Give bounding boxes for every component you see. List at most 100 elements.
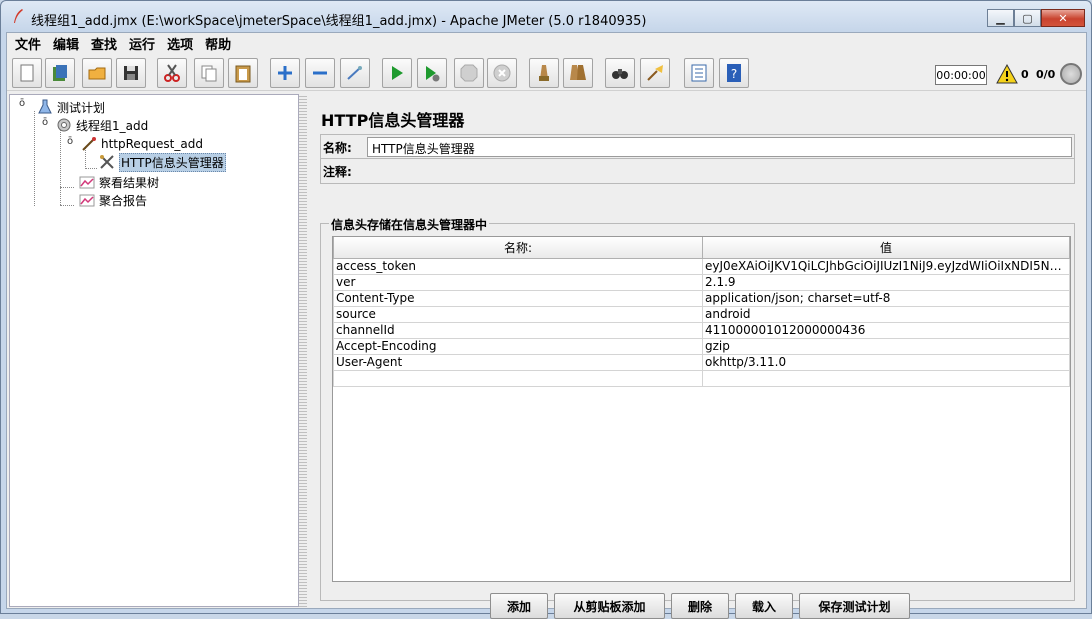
header-name-cell[interactable]: Content-Type [333, 289, 703, 307]
menu-options[interactable]: 选项 [161, 34, 199, 53]
new-file-icon [20, 64, 34, 82]
stop-icon [460, 64, 478, 82]
headers-group: 信息头存储在信息头管理器中 名称: 值 access_token eyJ0eXAi… [320, 216, 1075, 601]
table-row[interactable]: source android [333, 305, 1070, 323]
header-name-cell[interactable] [333, 369, 703, 387]
warning-icon[interactable] [996, 64, 1018, 84]
templates-button[interactable] [45, 58, 75, 88]
new-button[interactable] [12, 58, 42, 88]
menu-run[interactable]: 运行 [123, 34, 161, 53]
thread-status-icon [1060, 63, 1082, 85]
header-value-cell[interactable]: application/json; charset=utf-8 [702, 289, 1070, 307]
headers-table: 名称: 值 access_token eyJ0eXAiOiJKV1QiLCJhbG… [332, 236, 1071, 582]
jmeter-feather-icon [14, 9, 23, 23]
table-row[interactable]: ver 2.1.9 [333, 273, 1070, 291]
table-row[interactable]: Content-Type application/json; charset=ut… [333, 289, 1070, 307]
expand-all-button[interactable] [270, 58, 300, 88]
comment-label: 注释: [323, 165, 352, 179]
open-folder-icon [88, 67, 106, 80]
listener-icon [78, 174, 96, 190]
minimize-button[interactable]: ▁ [987, 9, 1014, 27]
header-name-cell[interactable]: source [333, 305, 703, 323]
copy-icon [201, 65, 217, 82]
header-value-cell[interactable]: 411000001012000000436 [702, 321, 1070, 339]
table-row[interactable]: channelId 411000001012000000436 [333, 321, 1070, 339]
function-helper-button[interactable] [684, 58, 714, 88]
header-name-cell[interactable]: Accept-Encoding [333, 337, 703, 355]
paste-clipboard-icon [235, 65, 251, 83]
test-plan-icon [36, 99, 54, 115]
save-button[interactable] [116, 58, 146, 88]
menu-bar: 文件 编辑 查找 运行 选项 帮助 [7, 33, 1086, 54]
expand-thread-group[interactable]: ō [42, 118, 51, 128]
header-manager-icon [98, 154, 116, 170]
pane-splitter[interactable] [299, 94, 307, 607]
header-value-cell[interactable]: gzip [702, 337, 1070, 355]
header-value-cell[interactable] [702, 369, 1070, 387]
open-button[interactable] [82, 58, 112, 88]
copy-button[interactable] [194, 58, 224, 88]
table-row[interactable]: Accept-Encoding gzip [333, 337, 1070, 355]
thread-group-icon [55, 117, 73, 133]
expand-http-request[interactable]: ō [67, 137, 76, 147]
start-button[interactable] [382, 58, 412, 88]
header-manager-panel: HTTP信息头管理器 名称: HTTP信息头管理器 注释: 信息头存储在信息头管… [308, 94, 1085, 619]
header-value-cell[interactable]: okhttp/3.11.0 [702, 353, 1070, 371]
add-button[interactable]: 添加 [490, 593, 548, 619]
window-title: 线程组1_add.jmx (E:\workSpace\jmeterSpace\线… [31, 14, 647, 29]
toggle-button[interactable] [340, 58, 370, 88]
save-test-plan-button[interactable]: 保存测试计划 [799, 593, 910, 619]
clear-button[interactable] [529, 58, 559, 88]
tree-node-test-plan[interactable]: 测试计划 [36, 98, 105, 116]
collapse-all-button[interactable] [305, 58, 335, 88]
menu-file[interactable]: 文件 [9, 34, 47, 53]
comment-field[interactable] [367, 161, 1072, 181]
table-row[interactable]: User-Agent okhttp/3.11.0 [333, 353, 1070, 371]
maximize-button[interactable]: ▢ [1014, 9, 1041, 27]
menu-edit[interactable]: 编辑 [47, 34, 85, 53]
tree-node-http-request[interactable]: httpRequest_add [80, 135, 203, 153]
shutdown-button[interactable] [487, 58, 517, 88]
tree-node-header-manager[interactable]: HTTP信息头管理器 [98, 152, 226, 172]
table-row[interactable] [333, 369, 1070, 387]
tree-node-view-results-tree[interactable]: 察看结果树 [78, 173, 159, 191]
stop-button[interactable] [454, 58, 484, 88]
column-header-value[interactable]: 值 [702, 237, 1070, 259]
paste-button[interactable] [228, 58, 258, 88]
add-from-clipboard-button[interactable]: 从剪贴板添加 [554, 593, 665, 619]
reset-search-button[interactable] [640, 58, 670, 88]
tree-node-aggregate-report[interactable]: 聚合报告 [78, 191, 147, 209]
header-value-cell[interactable]: android [702, 305, 1070, 323]
close-button[interactable]: ✕ [1041, 9, 1085, 27]
header-name-cell[interactable]: access_token [333, 257, 703, 275]
header-name-cell[interactable]: ver [333, 273, 703, 291]
delete-button[interactable]: 删除 [671, 593, 729, 619]
panel-title: HTTP信息头管理器 [321, 111, 465, 130]
plus-icon [278, 66, 292, 80]
clear-all-button[interactable] [563, 58, 593, 88]
header-name-cell[interactable]: User-Agent [333, 353, 703, 371]
name-field[interactable]: HTTP信息头管理器 [367, 137, 1072, 157]
cut-button[interactable] [157, 58, 187, 88]
scissors-icon [164, 64, 180, 82]
expand-test-plan[interactable]: ō [19, 99, 28, 109]
header-value-cell[interactable]: eyJ0eXAiOiJKV1QiLCJhbGciOiJIUzI1NiJ9.eyJ… [702, 257, 1070, 275]
help-book-icon: ? [727, 64, 741, 82]
name-row: 名称: HTTP信息头管理器 [320, 134, 1075, 159]
binoculars-icon [612, 69, 628, 79]
column-header-name[interactable]: 名称: [333, 237, 703, 259]
help-button[interactable]: ? [719, 58, 749, 88]
reset-broom-icon [647, 65, 663, 81]
header-value-cell[interactable]: 2.1.9 [702, 273, 1070, 291]
title-bar[interactable]: 线程组1_add.jmx (E:\workSpace\jmeterSpace\线… [1, 1, 1091, 32]
header-name-cell[interactable]: channelId [333, 321, 703, 339]
load-button[interactable]: 载入 [735, 593, 793, 619]
table-row[interactable]: access_token eyJ0eXAiOiJKV1QiLCJhbGciOiJI… [333, 257, 1070, 275]
listener-icon [78, 192, 96, 208]
start-no-pauses-button[interactable] [417, 58, 447, 88]
menu-search[interactable]: 查找 [85, 34, 123, 53]
tree-node-thread-group[interactable]: 线程组1_add [55, 116, 148, 134]
search-button[interactable] [605, 58, 635, 88]
test-plan-tree: ō ō ō 测试计划 线程组1_add httpRequest_add HTTP… [9, 94, 299, 607]
menu-help[interactable]: 帮助 [199, 34, 237, 53]
